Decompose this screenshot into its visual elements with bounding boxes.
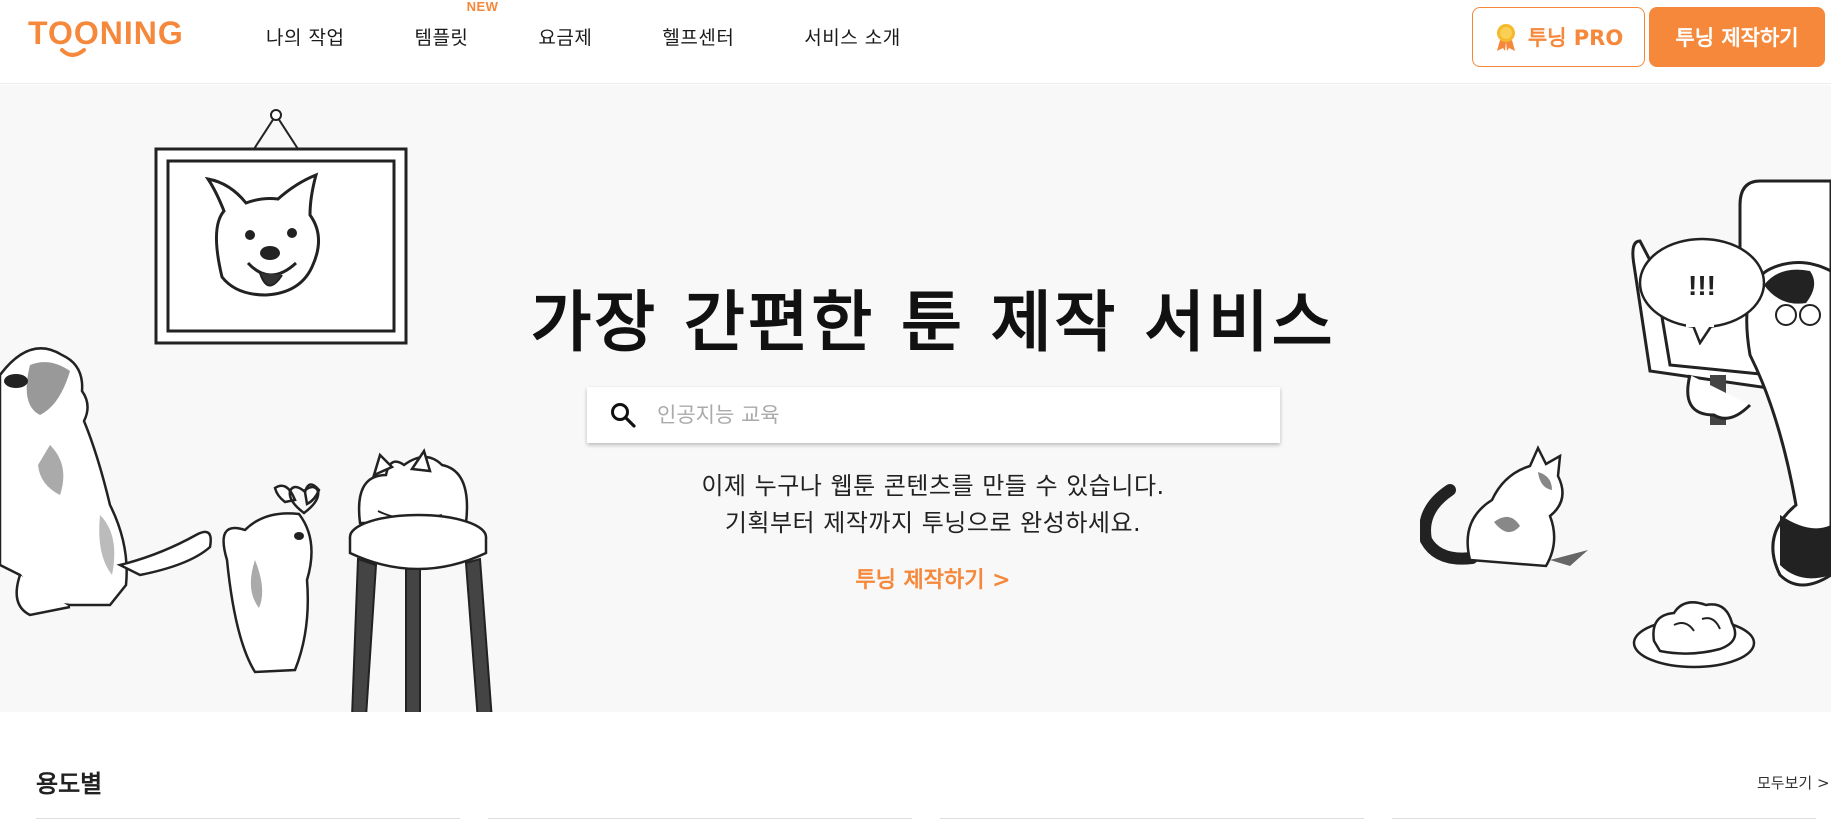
make-toon-button[interactable]: 투닝 제작하기 [1649, 7, 1825, 67]
purpose-card[interactable] [36, 818, 460, 823]
tooning-logo[interactable]: TOONING [28, 14, 196, 60]
make-button-label: 투닝 제작하기 [1675, 26, 1799, 50]
hero-subtitle-line1: 이제 누구나 웹툰 콘텐츠를 만들 수 있습니다. [701, 472, 1165, 500]
search-input[interactable] [657, 403, 1217, 427]
medal-icon [1496, 24, 1515, 51]
food-plate-illustration [1632, 601, 1756, 669]
hero-make-link[interactable]: 투닝 제작하기 > [0, 562, 1831, 594]
search-icon[interactable] [609, 401, 637, 429]
purpose-card[interactable] [488, 818, 912, 823]
nav-pricing[interactable]: 요금제 [538, 23, 592, 50]
hero-title: 가장 간편한 툰 제작 서비스 [530, 284, 1336, 361]
hero-subtitle: 이제 누구나 웹툰 콘텐츠를 만들 수 있습니다. 기획부터 제작까지 투닝으로… [0, 468, 1831, 542]
new-badge: NEW [466, 0, 499, 14]
section-title-by-purpose: 용도별 [36, 770, 103, 798]
tooning-pro-button[interactable]: 투닝 PRO [1472, 7, 1645, 67]
svg-text:TOONING: TOONING [28, 15, 184, 51]
see-all-link[interactable]: 모두보기 > [1757, 772, 1830, 793]
main-nav: 나의 작업 템플릿 NEW 요금제 헬프센터 서비스 소개 [266, 0, 971, 72]
nav-my-work[interactable]: 나의 작업 [266, 23, 344, 50]
hero-subtitle-line2: 기획부터 제작까지 투닝으로 완성하세요. [724, 509, 1142, 537]
nav-templates[interactable]: 템플릿 NEW [414, 0, 497, 50]
pro-button-label: 투닝 PRO [1527, 26, 1624, 50]
top-header: TOONING 나의 작업 템플릿 NEW 요금제 헬프센터 서비스 소개 투닝… [0, 0, 1831, 84]
nav-help-center[interactable]: 헬프센터 [662, 23, 734, 50]
hero-banner: !!! 가장 간편한 툰 제작 서비스 이제 누구나 웹툰 콘텐츠를 만들 수 … [0, 85, 1831, 712]
purpose-card[interactable] [1392, 818, 1816, 823]
purpose-card[interactable] [940, 818, 1364, 823]
nav-service-intro[interactable]: 서비스 소개 [804, 23, 900, 50]
search-bar[interactable] [587, 387, 1280, 443]
